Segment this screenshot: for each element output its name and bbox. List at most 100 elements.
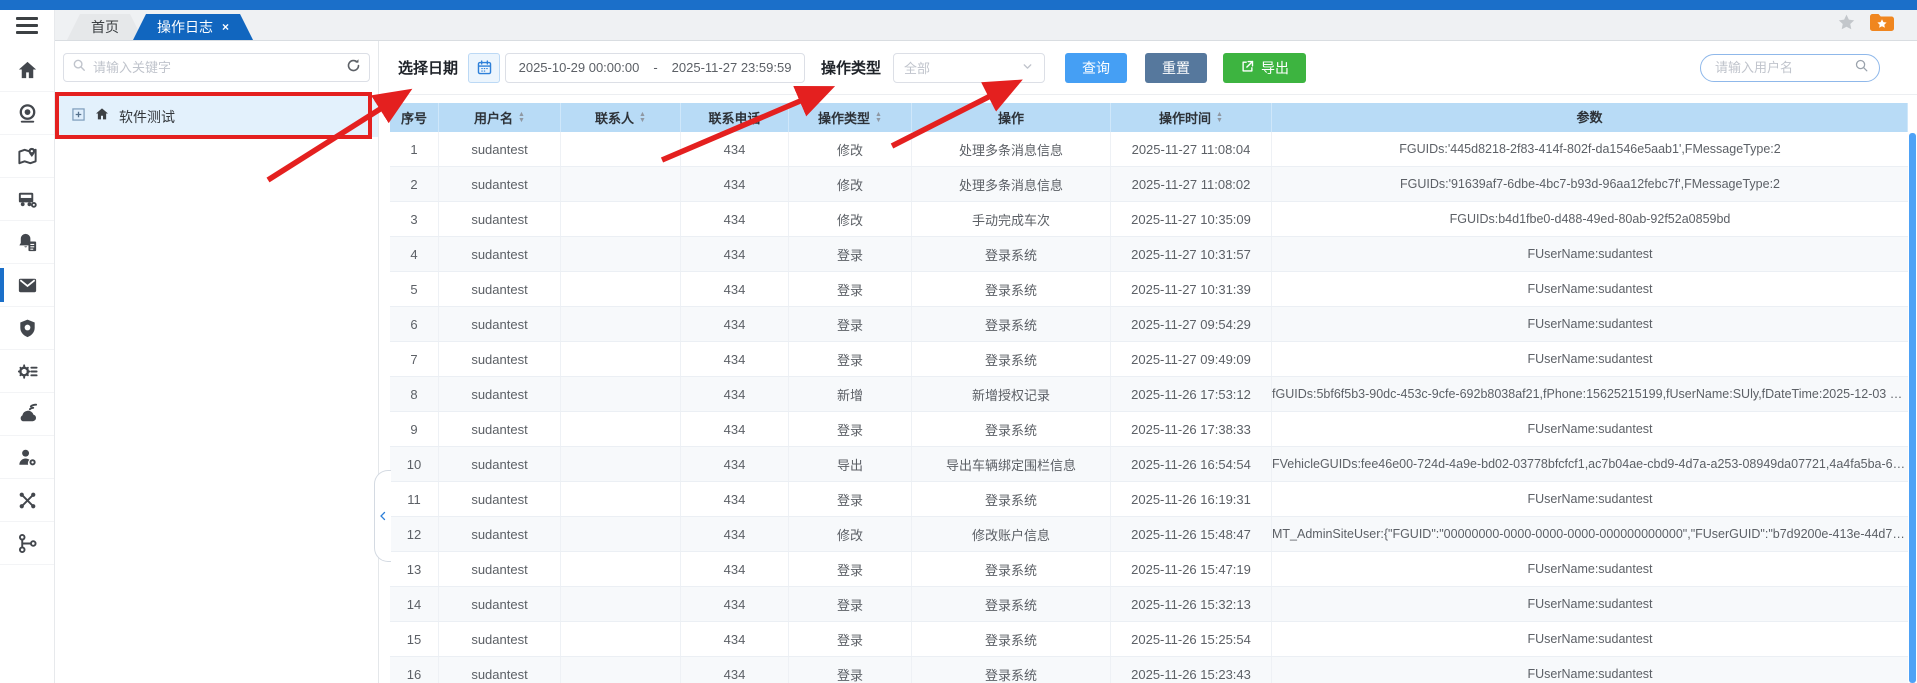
cell-序号: 10: [390, 447, 439, 481]
reset-button[interactable]: 重置: [1145, 53, 1207, 83]
cell-联系电话: 434: [681, 307, 789, 341]
column-label: 参数: [1576, 110, 1602, 125]
sidebar-item-map-location[interactable]: [0, 135, 54, 178]
cell-联系电话: 434: [681, 377, 789, 411]
sidebar-item-user-settings[interactable]: [0, 436, 54, 479]
cell-操作: 登录系统: [912, 587, 1111, 621]
cell-联系人: [561, 517, 681, 551]
sidebar-item-shield-security[interactable]: [0, 307, 54, 350]
table-row[interactable]: 12sudantest434修改修改账户信息2025-11-26 15:48:4…: [390, 517, 1908, 552]
table-row[interactable]: 3sudantest434修改手动完成车次2025-11-27 10:35:09…: [390, 202, 1908, 237]
cell-用户名: sudantest: [439, 587, 561, 621]
column-header-1[interactable]: 用户名▲▼: [439, 103, 561, 132]
column-header-6[interactable]: 操作时间▲▼: [1111, 103, 1272, 132]
table-row[interactable]: 15sudantest434登录登录系统2025-11-26 15:25:54F…: [390, 622, 1908, 657]
date-start: 2025-10-29 00:00:00: [519, 60, 640, 75]
cell-操作: 登录系统: [912, 622, 1111, 656]
cell-用户名: sudantest: [439, 447, 561, 481]
cell-用户名: sudantest: [439, 412, 561, 446]
column-header-7: 参数: [1272, 103, 1908, 132]
cell-序号: 11: [390, 482, 439, 516]
table-row[interactable]: 10sudantest434导出导出车辆绑定围栏信息2025-11-26 16:…: [390, 447, 1908, 482]
main-content: 选择日期 2025-10-29 00:00:00 - 2025-11-27 23…: [380, 41, 1917, 683]
column-label: 操作类型: [818, 108, 870, 127]
cell-操作: 处理多条消息信息: [912, 167, 1111, 201]
cell-用户名: sudantest: [439, 307, 561, 341]
tree-node-software-test[interactable]: 软件测试: [55, 96, 378, 137]
table-row[interactable]: 11sudantest434登录登录系统2025-11-26 16:19:31F…: [390, 482, 1908, 517]
sidebar-item-alarm-file[interactable]: [0, 221, 54, 264]
cell-序号: 3: [390, 202, 439, 236]
sidebar-item-vehicle-manage[interactable]: [0, 178, 54, 221]
search-icon[interactable]: [1854, 58, 1869, 78]
column-header-2[interactable]: 联系人▲▼: [561, 103, 681, 132]
cell-联系电话: 434: [681, 167, 789, 201]
expand-plus-icon[interactable]: [72, 108, 85, 126]
sidebar-item-message[interactable]: [0, 264, 54, 307]
tab-operation-log[interactable]: 操作日志 ×: [133, 14, 253, 40]
sidebar-item-version-branch[interactable]: [0, 522, 54, 565]
table-row[interactable]: 2sudantest434修改处理多条消息信息2025-11-27 11:08:…: [390, 167, 1908, 202]
query-button[interactable]: 查询: [1065, 53, 1127, 83]
cell-操作: 手动完成车次: [912, 202, 1111, 236]
sidebar-item-home[interactable]: [0, 49, 54, 92]
operation-log-table: 序号用户名▲▼联系人▲▼联系电话操作类型▲▼操作操作时间▲▼参数 1sudant…: [390, 103, 1908, 683]
date-range-input[interactable]: 2025-10-29 00:00:00 - 2025-11-27 23:59:5…: [505, 53, 805, 83]
export-button[interactable]: 导出: [1223, 53, 1306, 83]
column-header-4[interactable]: 操作类型 ▲▼: [789, 103, 912, 132]
table-row[interactable]: 4sudantest434登录登录系统2025-11-27 10:31:57FU…: [390, 237, 1908, 272]
cell-参数: FUserName:sudantest: [1272, 307, 1908, 341]
shield-security-icon: [16, 317, 39, 340]
tree-search-input[interactable]: [93, 60, 339, 75]
cell-操作类型: 修改: [789, 132, 912, 166]
cell-联系电话: 434: [681, 272, 789, 306]
cell-序号: 7: [390, 342, 439, 376]
cell-操作类型: 登录: [789, 237, 912, 271]
cell-联系人: [561, 482, 681, 516]
sidebar-item-settings-gear[interactable]: [0, 350, 54, 393]
cell-参数: FUserName:sudantest: [1272, 272, 1908, 306]
cell-联系人: [561, 587, 681, 621]
table-row[interactable]: 5sudantest434登录登录系统2025-11-27 10:31:39FU…: [390, 272, 1908, 307]
folder-star-icon[interactable]: [1869, 12, 1895, 38]
calendar-icon[interactable]: [468, 53, 500, 83]
sort-caret-icon[interactable]: ▲▼: [518, 112, 525, 124]
username-search-input[interactable]: [1715, 60, 1854, 75]
sort-caret-icon[interactable]: ▲▼: [639, 112, 646, 124]
cell-用户名: sudantest: [439, 237, 561, 271]
table-row[interactable]: 8sudantest434新增新增授权记录2025-11-26 17:53:12…: [390, 377, 1908, 412]
column-header-0: 序号: [390, 103, 439, 132]
star-icon[interactable]: [1836, 12, 1857, 38]
sort-caret-icon[interactable]: ▲▼: [1216, 112, 1223, 124]
cell-联系人: [561, 167, 681, 201]
tab-home[interactable]: 首页: [67, 14, 143, 40]
sidebar-item-network-nodes[interactable]: [0, 479, 54, 522]
cell-联系电话: 434: [681, 587, 789, 621]
tab-close-icon[interactable]: ×: [222, 21, 229, 33]
network-nodes-icon: [16, 489, 39, 512]
table-scrollbar[interactable]: [1909, 133, 1916, 683]
hamburger-menu-icon[interactable]: [0, 10, 54, 41]
refresh-icon[interactable]: [346, 58, 361, 78]
cell-联系人: [561, 552, 681, 586]
panel-collapse-handle[interactable]: [374, 470, 391, 562]
operation-type-select[interactable]: 全部: [893, 53, 1045, 83]
tree-search-box: [63, 53, 370, 82]
sort-caret-icon[interactable]: ▲▼: [875, 112, 882, 124]
cell-联系电话: 434: [681, 517, 789, 551]
table-row[interactable]: 9sudantest434登录登录系统2025-11-26 17:38:33FU…: [390, 412, 1908, 447]
sidebar-item-cloud-upload[interactable]: [0, 393, 54, 436]
table-row[interactable]: 6sudantest434登录登录系统2025-11-27 09:54:29FU…: [390, 307, 1908, 342]
cell-联系电话: 434: [681, 202, 789, 236]
cell-参数: FGUIDs:b4d1fbe0-d488-49ed-80ab-92f52a085…: [1272, 202, 1908, 236]
tab-bar: 首页 操作日志 ×: [55, 10, 1917, 41]
table-row[interactable]: 7sudantest434登录登录系统2025-11-27 09:49:09FU…: [390, 342, 1908, 377]
sidebar-item-monitor-camera[interactable]: [0, 92, 54, 135]
cell-参数: FUserName:sudantest: [1272, 237, 1908, 271]
table-row[interactable]: 14sudantest434登录登录系统2025-11-26 15:32:13F…: [390, 587, 1908, 622]
icon-rail: [0, 10, 55, 683]
table-row[interactable]: 13sudantest434登录登录系统2025-11-26 15:47:19F…: [390, 552, 1908, 587]
table-row[interactable]: 16sudantest434登录登录系统2025-11-26 15:23:43F…: [390, 657, 1908, 683]
table-row[interactable]: 1sudantest434修改处理多条消息信息2025-11-27 11:08:…: [390, 132, 1908, 167]
cell-操作时间: 2025-11-27 10:31:57: [1111, 237, 1272, 271]
